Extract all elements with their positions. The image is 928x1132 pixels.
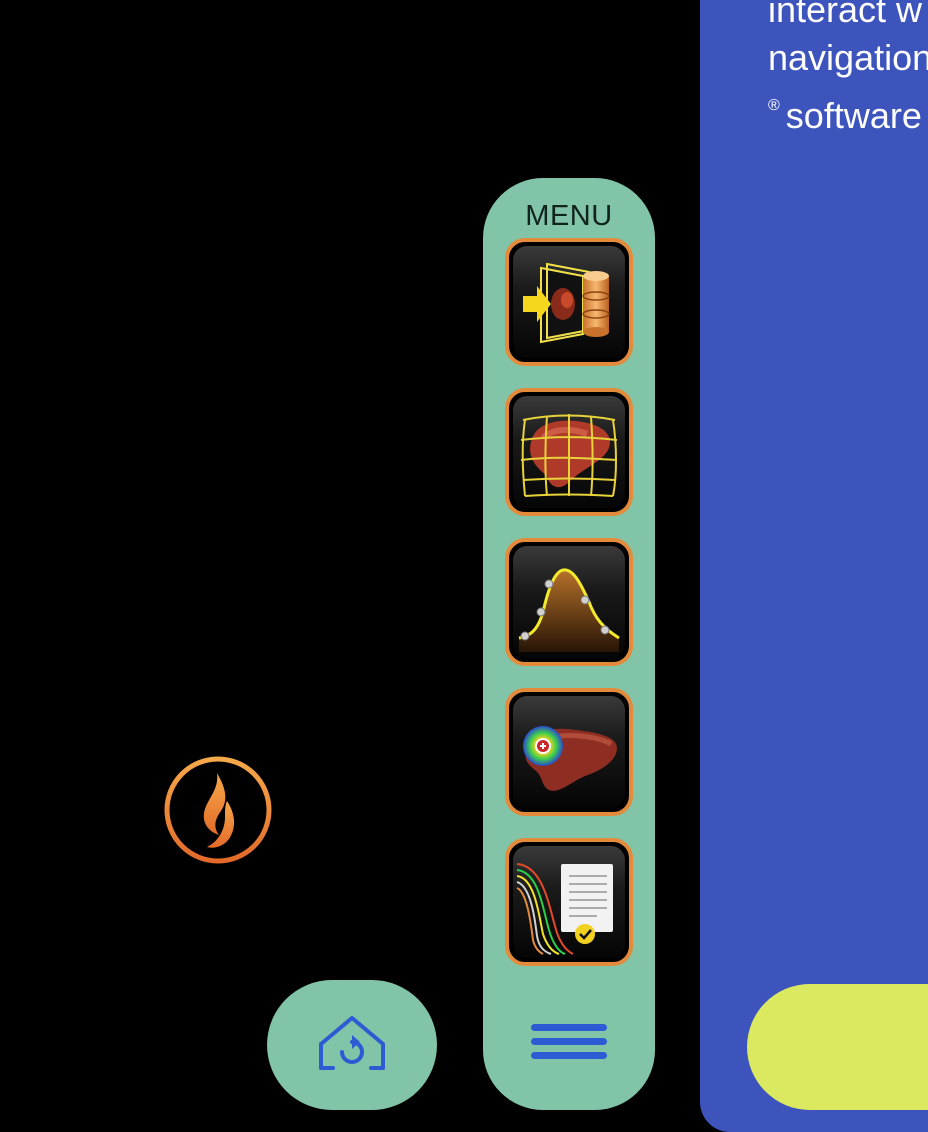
info-text-line-1: interact w [768, 0, 923, 30]
flame-icon [164, 756, 272, 864]
info-panel: interact w navigation ® software [700, 0, 928, 1132]
report-document-icon [513, 846, 625, 958]
menu-item-ablation[interactable] [505, 688, 633, 816]
hamburger-line-3 [531, 1052, 607, 1059]
home-restart-icon [319, 1016, 385, 1070]
info-text-line-3: ® software [768, 82, 928, 140]
menu-item-registration[interactable] [505, 388, 633, 516]
liver-ablation-zone-icon [513, 696, 625, 808]
hamburger-menu-button[interactable] [529, 1020, 609, 1064]
flame-logo [163, 755, 273, 865]
primary-action-button[interactable] [747, 984, 928, 1110]
menu-item-analysis[interactable] [505, 538, 633, 666]
menu-item-import[interactable] [505, 238, 633, 366]
hamburger-line-1 [531, 1024, 607, 1031]
info-text-line-3-label: software [785, 95, 922, 136]
info-text: interact w navigation ® software [768, 0, 928, 140]
liver-registration-grid-icon [513, 396, 625, 508]
home-restart-button[interactable] [267, 980, 437, 1110]
menu-label: MENU [525, 200, 613, 232]
curve-analysis-icon [513, 546, 625, 658]
menu-item-report[interactable] [505, 838, 633, 966]
info-text-line-2: navigation [768, 37, 928, 78]
registered-mark: ® [768, 97, 780, 114]
hamburger-line-2 [531, 1038, 607, 1045]
import-data-icon [513, 246, 625, 358]
menu-panel: MENU [483, 178, 655, 1110]
